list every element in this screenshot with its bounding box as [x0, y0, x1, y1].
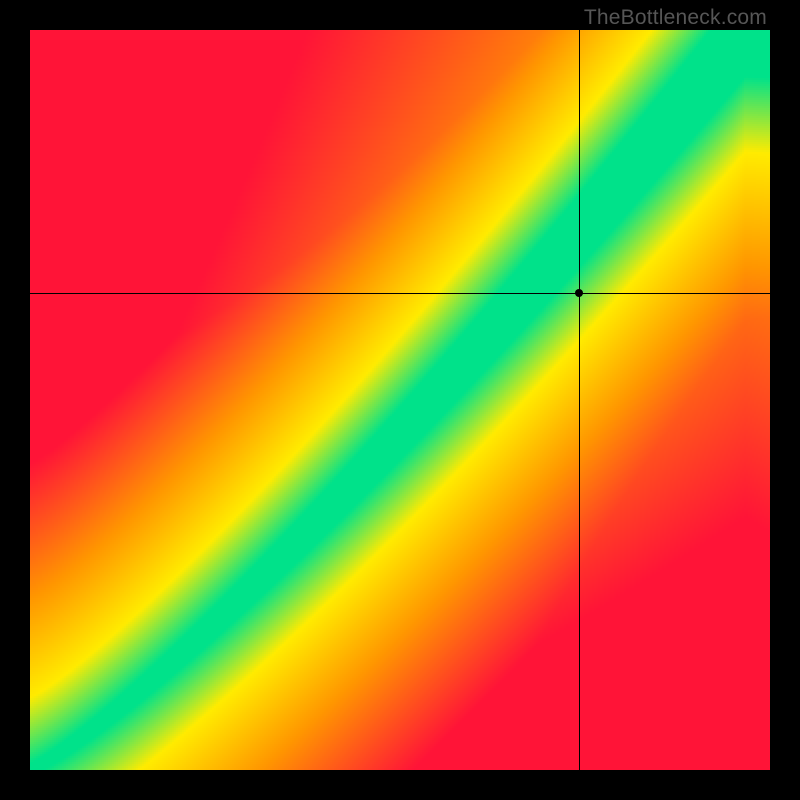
crosshair-vertical — [579, 30, 580, 770]
crosshair-horizontal — [30, 293, 770, 294]
watermark-text: TheBottleneck.com — [584, 6, 767, 30]
plot-frame — [30, 30, 770, 770]
bottleneck-heatmap — [30, 30, 770, 770]
data-point-marker — [575, 289, 583, 297]
